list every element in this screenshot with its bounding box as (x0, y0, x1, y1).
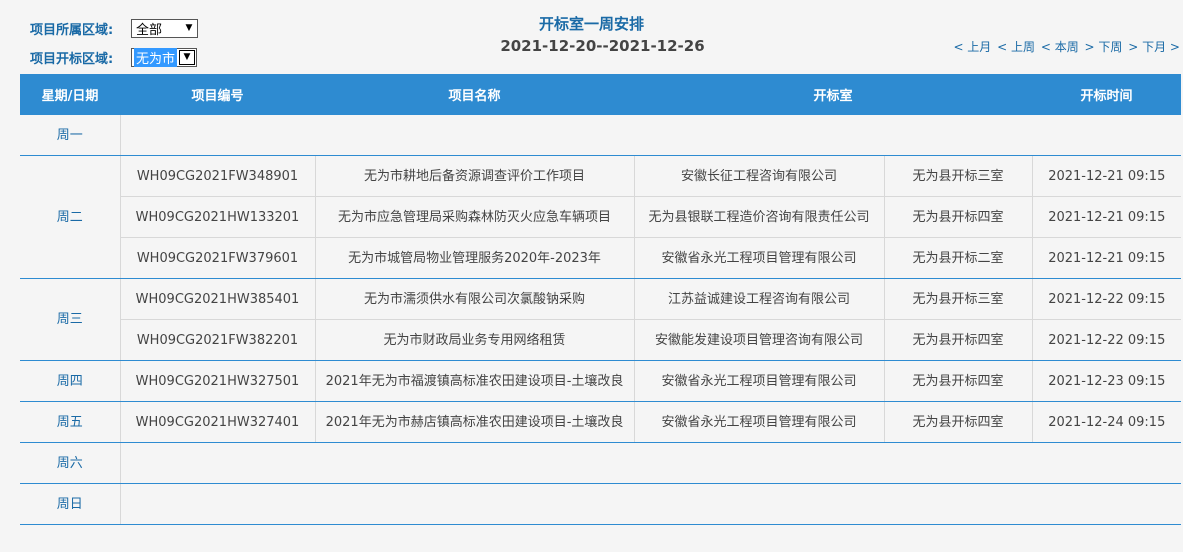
day-cell-friday: 周五 (20, 401, 120, 443)
this-week-link[interactable]: < 本周 (1041, 40, 1079, 54)
agency-cell: 江苏益诚建设工程咨询有限公司 (633, 278, 884, 320)
table-row: 周四 WH09CG2021HW327501 2021年无为市福渡镇高标准农田建设… (20, 360, 1182, 402)
project-name-cell[interactable]: 无为市财政局业务专用网络租赁 (314, 319, 634, 361)
agency-cell: 安徽省永光工程项目管理有限公司 (633, 237, 884, 279)
project-code-cell: WH09CG2021FW379601 (119, 237, 315, 279)
project-code-cell: WH09CG2021HW327401 (119, 401, 315, 443)
room-cell: 无为县开标四室 (883, 196, 1033, 238)
time-cell: 2021-12-22 09:15 (1031, 278, 1182, 320)
prev-month-link[interactable]: < 上月 (953, 40, 991, 54)
schedule-table: 星期/日期 项目编号 项目名称 开标室 开标时间 周一 周二 WH09CG202… (20, 74, 1182, 525)
room-cell: 无为县开标三室 (883, 278, 1033, 320)
page-title: 开标室一周安排 (538, 15, 644, 33)
column-header-time: 开标时间 (1032, 74, 1182, 115)
table-row: WH09CG2021FW382201 无为市财政局业务专用网络租赁 安徽能发建设… (20, 319, 1182, 361)
project-name-cell[interactable]: 2021年无为市赫店镇高标准农田建设项目-土壤改良 (314, 401, 634, 443)
project-name-cell[interactable]: 无为市应急管理局采购森林防灭火应急车辆项目 (314, 196, 634, 238)
project-name-cell[interactable]: 2021年无为市福渡镇高标准农田建设项目-土壤改良 (314, 360, 634, 402)
room-cell: 无为县开标四室 (883, 360, 1033, 402)
prev-week-link[interactable]: < 上周 (997, 40, 1035, 54)
column-header-code: 项目编号 (120, 74, 315, 115)
project-code-cell: WH09CG2021FW382201 (119, 319, 315, 361)
room-cell: 无为县开标三室 (883, 155, 1033, 197)
agency-cell: 安徽省永光工程项目管理有限公司 (633, 360, 884, 402)
table-row: 周一 (20, 115, 1182, 156)
table-row: 周六 (20, 442, 1182, 484)
time-cell: 2021-12-21 09:15 (1031, 196, 1182, 238)
empty-cell (119, 483, 1182, 525)
table-row: 周五 WH09CG2021HW327401 2021年无为市赫店镇高标准农田建设… (20, 401, 1182, 443)
room-cell: 无为县开标二室 (883, 237, 1033, 279)
time-cell: 2021-12-21 09:15 (1031, 155, 1182, 197)
day-cell-sunday: 周日 (20, 483, 120, 525)
week-navigation: < 上月 < 上周 < 本周 > 下周 > 下月 > (951, 38, 1180, 55)
empty-cell (119, 115, 1182, 156)
day-cell-thursday: 周四 (20, 360, 120, 402)
time-cell: 2021-12-24 09:15 (1031, 401, 1182, 443)
agency-cell: 安徽省永光工程项目管理有限公司 (633, 401, 884, 443)
project-code-cell: WH09CG2021FW348901 (119, 155, 315, 197)
day-cell-saturday: 周六 (20, 442, 120, 484)
table-row: WH09CG2021FW379601 无为市城管局物业管理服务2020年-202… (20, 237, 1182, 279)
table-row: WH09CG2021HW133201 无为市应急管理局采购森林防灭火应急车辆项目… (20, 196, 1182, 238)
empty-cell (119, 442, 1182, 484)
column-header-room: 开标室 (634, 74, 1033, 115)
time-cell: 2021-12-22 09:15 (1031, 319, 1182, 361)
column-header-day: 星期/日期 (20, 74, 120, 115)
agency-cell: 安徽长征工程咨询有限公司 (633, 155, 884, 197)
time-cell: 2021-12-21 09:15 (1031, 237, 1182, 279)
time-cell: 2021-12-23 09:15 (1031, 360, 1182, 402)
day-cell-monday: 周一 (20, 115, 120, 156)
agency-cell: 安徽能发建设项目管理咨询有限公司 (633, 319, 884, 361)
project-name-cell[interactable]: 无为市濡须供水有限公司次氯酸钠采购 (314, 278, 634, 320)
room-cell: 无为县开标四室 (883, 401, 1033, 443)
project-name-cell[interactable]: 无为市城管局物业管理服务2020年-2023年 (314, 237, 634, 279)
day-cell-wednesday: 周三 (20, 278, 120, 361)
table-row: 周三 WH09CG2021HW385401 无为市濡须供水有限公司次氯酸钠采购 … (20, 278, 1182, 361)
column-header-name: 项目名称 (315, 74, 634, 115)
project-code-cell: WH09CG2021HW385401 (119, 278, 315, 320)
room-cell: 无为县开标四室 (883, 319, 1033, 361)
project-name-cell[interactable]: 无为市耕地后备资源调查评价工作项目 (314, 155, 634, 197)
project-code-cell: WH09CG2021HW327501 (119, 360, 315, 402)
next-month-link[interactable]: > 下月 > (1128, 40, 1180, 54)
project-code-cell: WH09CG2021HW133201 (119, 196, 315, 238)
agency-cell: 无为县银联工程造价咨询有限责任公司 (633, 196, 884, 238)
day-cell-tuesday: 周二 (20, 155, 120, 279)
table-row: 周日 (20, 483, 1182, 525)
next-week-link[interactable]: > 下周 (1085, 40, 1123, 54)
table-header-row: 星期/日期 项目编号 项目名称 开标室 开标时间 (20, 74, 1182, 115)
table-row: 周二 WH09CG2021FW348901 无为市耕地后备资源调查评价工作项目 … (20, 155, 1182, 279)
